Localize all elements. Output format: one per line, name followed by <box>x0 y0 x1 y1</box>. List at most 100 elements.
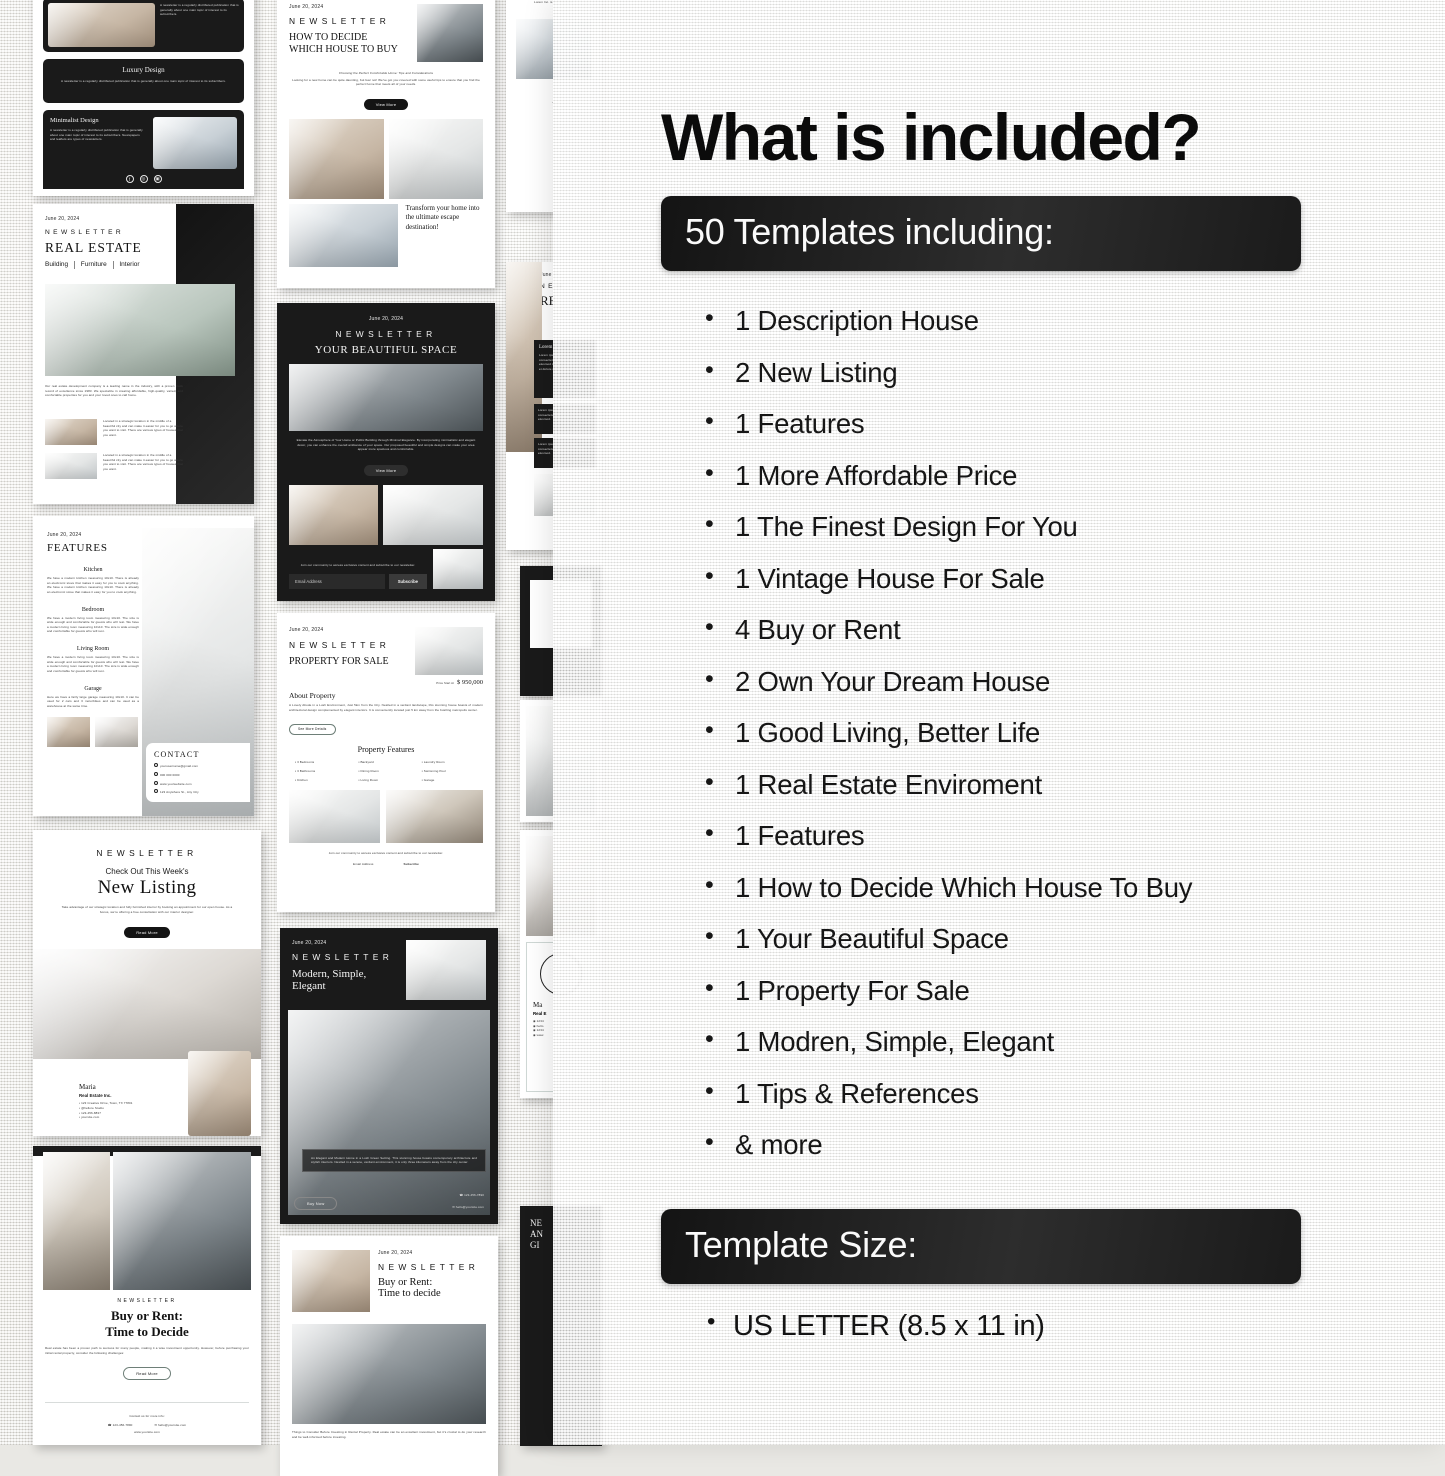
t7-email-input[interactable]: Email Address <box>289 574 385 589</box>
t7-date: June 20, 2024 <box>368 316 404 322</box>
t6-view-more-button[interactable]: View More <box>363 98 409 110</box>
email-icon <box>154 763 158 768</box>
page-title: What is included? <box>661 100 1202 174</box>
t9-title-line1: Modern, Simple, <box>292 968 367 980</box>
t3-section-name: Bedroom <box>81 606 105 613</box>
t2-date: June 20, 2024 <box>45 216 80 222</box>
t3-thumb-image <box>95 716 138 747</box>
list-item: 1 Your Beautiful Space <box>703 922 1445 955</box>
t8-price-label: Price Start At <box>436 681 454 685</box>
t8-subscribe-text: Join our community to access exclusive c… <box>328 851 444 856</box>
t9-buy-now-button[interactable]: Buy Now <box>294 1197 338 1210</box>
t8-feature: Backyard <box>360 760 374 765</box>
template-card-description-house[interactable]: A newsletter is a regularly distributed … <box>33 0 254 196</box>
t3-date: June 20, 2024 <box>47 532 82 538</box>
list-item: 1 Modren, Simple, Elegant <box>703 1025 1445 1058</box>
t7-image <box>383 484 483 545</box>
t3-thumb-image <box>47 716 90 747</box>
t3-section-name: Garage <box>84 685 102 692</box>
t10-date: June 20, 2024 <box>378 1250 413 1256</box>
divider <box>74 260 75 269</box>
t1-card2-title: Luxury Design <box>122 66 165 74</box>
t7-subscribe-button[interactable]: Subscribe <box>388 574 427 589</box>
template-card-your-beautiful-space[interactable]: June 20, 2024 NEWSLETTER YOUR BEAUTIFUL … <box>277 303 495 601</box>
t8-feature: 3 Bedrooms <box>297 760 315 765</box>
t5-website: www.yoursite.com <box>134 1430 160 1435</box>
t5-read-more-button[interactable]: Read More <box>123 1367 171 1381</box>
t4-title: New Listing <box>97 877 197 898</box>
template-image <box>152 117 237 169</box>
t1-card3-title: Minimalist Design <box>50 117 99 124</box>
t7-image <box>289 484 379 545</box>
t3-section-name: Living Room <box>76 646 110 653</box>
t4-read-more-button[interactable]: Read More <box>124 927 170 939</box>
list-item: 1 Description House <box>703 304 1445 337</box>
t3-contact-phone: 000 000 0000 <box>160 773 180 778</box>
t7-view-more-button[interactable]: View More <box>363 464 409 476</box>
phone-icon: ☎ <box>107 1422 112 1427</box>
t8-feature: Laundry Room <box>423 760 445 765</box>
t5-image-left <box>43 1152 110 1290</box>
t10-header-image <box>292 1250 370 1312</box>
t6-header-image <box>417 4 483 62</box>
location-icon <box>154 789 158 794</box>
t8-see-more-details-button[interactable]: See More Details <box>289 723 336 735</box>
t7-kicker: NEWSLETTER <box>335 329 437 339</box>
t5-title-line2: Time to Decide <box>105 1324 189 1339</box>
divider <box>112 260 114 269</box>
t7-hero-image <box>289 364 483 431</box>
t7-body: Elevate the Atmosphere of Your Home or P… <box>296 438 476 452</box>
t1-social-bar: f ◎ ▣ <box>43 169 244 189</box>
templates-count-label: 50 Templates including: <box>685 211 1054 252</box>
t6-body: Looking for a new home can be quite daun… <box>292 77 480 87</box>
t8-title: PROPERTY FOR SALE <box>289 656 389 667</box>
t4-kicker: NEWSLETTER <box>96 848 198 858</box>
t8-feature: 3 Bathrooms <box>297 768 316 773</box>
template-card-modern-simple-elegant[interactable]: June 20, 2024 NEWSLETTER Modern, Simple,… <box>280 928 498 1224</box>
list-item: 4 Buy or Rent <box>703 613 1445 646</box>
email-icon: ✉ <box>154 1422 158 1427</box>
template-card-real-estate[interactable]: June 20, 2024 NEWSLETTER REAL ESTATE Bui… <box>33 204 254 504</box>
t2-thumb-text: Located in a strategic location in the m… <box>103 419 183 437</box>
t8-kicker: NEWSLETTER <box>289 640 391 650</box>
t2-nav-interior[interactable]: Interior <box>119 261 139 268</box>
t8-feature: Swimming Pool <box>423 768 446 773</box>
t10-kicker: NEWSLETTER <box>378 1262 480 1272</box>
list-item: 1 How to Decide Which House To Buy <box>703 871 1445 904</box>
templates-count-badge: 50 Templates including: <box>661 196 1301 271</box>
template-card-features[interactable]: June 20, 2024 FEATURES Kitchen We have a… <box>33 516 254 816</box>
t5-kicker: NEWSLETTER <box>117 1298 177 1304</box>
template-card-new-listing[interactable]: NEWSLETTER Check Out This Week's New Lis… <box>33 830 261 1136</box>
t2-thumb-image <box>45 419 97 445</box>
t2-nav-building[interactable]: Building <box>45 261 68 268</box>
list-item: 2 Own Your Dream House <box>703 665 1445 698</box>
t8-subscribe-button[interactable]: Subscribe <box>404 862 419 867</box>
t3-section-text: Here we have a fairly large garage measu… <box>47 694 139 708</box>
template-size-badge: Template Size: <box>661 1209 1301 1284</box>
t8-price: $ 950,000 <box>457 679 483 686</box>
t7-subscribe-text: Join our community to access exclusive c… <box>300 563 416 568</box>
t7-title: YOUR BEAUTIFUL SPACE <box>314 344 458 356</box>
facebook-icon[interactable]: f <box>125 175 134 183</box>
t5-body: Real estate has been a proven path to su… <box>45 1346 249 1355</box>
t6-lead: Choosing the Perfect Comfortable Home: T… <box>338 71 434 75</box>
t8-feature: Kitchen <box>297 777 308 782</box>
t8-email-input[interactable]: Email Address <box>353 862 373 867</box>
t2-nav-furniture[interactable]: Furniture <box>81 261 107 268</box>
template-card-buy-or-rent[interactable]: NEWSLETTER Buy or Rent: Time to Decide R… <box>33 1146 261 1445</box>
template-card-buy-or-rent-2[interactable]: June 20, 2024 NEWSLETTER Buy or Rent: Ti… <box>280 1236 498 1476</box>
t6-kicker: NEWSLETTER <box>289 16 391 26</box>
template-card-property-for-sale[interactable]: June 20, 2024 NEWSLETTER PROPERTY FOR SA… <box>277 613 495 912</box>
t6-title-line1: HOW TO DECIDE <box>289 32 368 43</box>
t6-image <box>289 118 384 199</box>
instagram-icon[interactable]: ◎ <box>139 175 148 183</box>
t1-card1-text: A newsletter is a regularly distributed … <box>159 3 239 17</box>
t2-thumb-image <box>45 453 97 479</box>
t6-image <box>289 203 398 267</box>
t6-quote: Transform your home into the ultimate es… <box>405 203 480 231</box>
linkedin-icon[interactable]: ▣ <box>153 175 162 183</box>
t6-date: June 20, 2024 <box>289 4 324 10</box>
t2-thumb-text: Located in a strategic location in the m… <box>103 453 183 471</box>
t2-title: REAL ESTATE <box>45 240 142 255</box>
template-card-how-to-decide[interactable]: June 20, 2024 NEWSLETTER HOW TO DECIDE W… <box>277 0 495 288</box>
